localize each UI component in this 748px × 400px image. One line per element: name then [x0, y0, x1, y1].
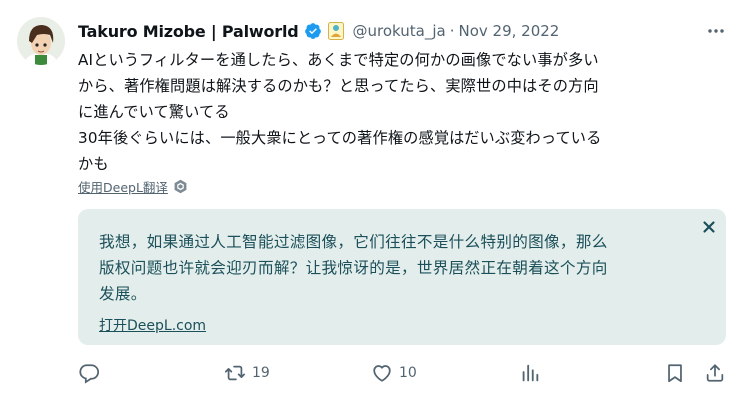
author-name[interactable]: Takuro Mizobe | Palworld [78, 22, 299, 41]
like-count: 10 [399, 365, 417, 381]
bookmark-button[interactable] [664, 362, 686, 384]
translate-with-deepl-link[interactable]: 使用DeepL翻译 [78, 177, 188, 196]
translate-link-label[interactable]: 使用DeepL翻译 [78, 177, 168, 196]
close-icon[interactable] [702, 219, 716, 233]
retweet-button[interactable]: 19 [224, 362, 270, 384]
reply-icon [79, 364, 100, 384]
retweet-icon [224, 365, 246, 381]
share-icon [706, 364, 724, 382]
reply-button[interactable] [78, 362, 106, 384]
tweet-text: AIというフィルターを通したら、あくまで特定の何かの画像でない事が多い から、著… [78, 51, 602, 173]
verified-badge-icon [304, 22, 322, 40]
translation-text: 我想，如果通过人工智能过滤图像，它们往往不是什么特别的图像，那么 版权问题也许就… [99, 233, 608, 303]
tweet-actions: 19 10 [0, 360, 748, 388]
views-button[interactable] [519, 362, 541, 384]
heart-icon [373, 365, 391, 382]
avatar-image [17, 17, 65, 65]
analytics-icon [522, 364, 539, 382]
more-dots-icon[interactable] [706, 21, 726, 41]
share-button[interactable] [704, 362, 726, 384]
separator-dot: · [449, 22, 455, 40]
like-button[interactable]: 10 [371, 362, 417, 384]
affiliate-badge-icon[interactable] [327, 22, 344, 40]
settings-gear-icon [174, 179, 187, 194]
bookmark-icon [668, 364, 682, 383]
open-deepl-link[interactable]: 打开DeepL.com [99, 315, 206, 335]
avatar[interactable] [17, 17, 65, 65]
retweet-count: 19 [252, 365, 270, 381]
author-handle[interactable]: @urokuta_ja [353, 22, 446, 40]
tweet-header: Takuro Mizobe | Palworld @urokuta_ja · N… [78, 19, 728, 43]
translation-panel: 我想，如果通过人工智能过滤图像，它们往往不是什么特别的图像，那么 版权问题也许就… [78, 209, 726, 345]
tweet-date[interactable]: Nov 29, 2022 [458, 22, 559, 40]
